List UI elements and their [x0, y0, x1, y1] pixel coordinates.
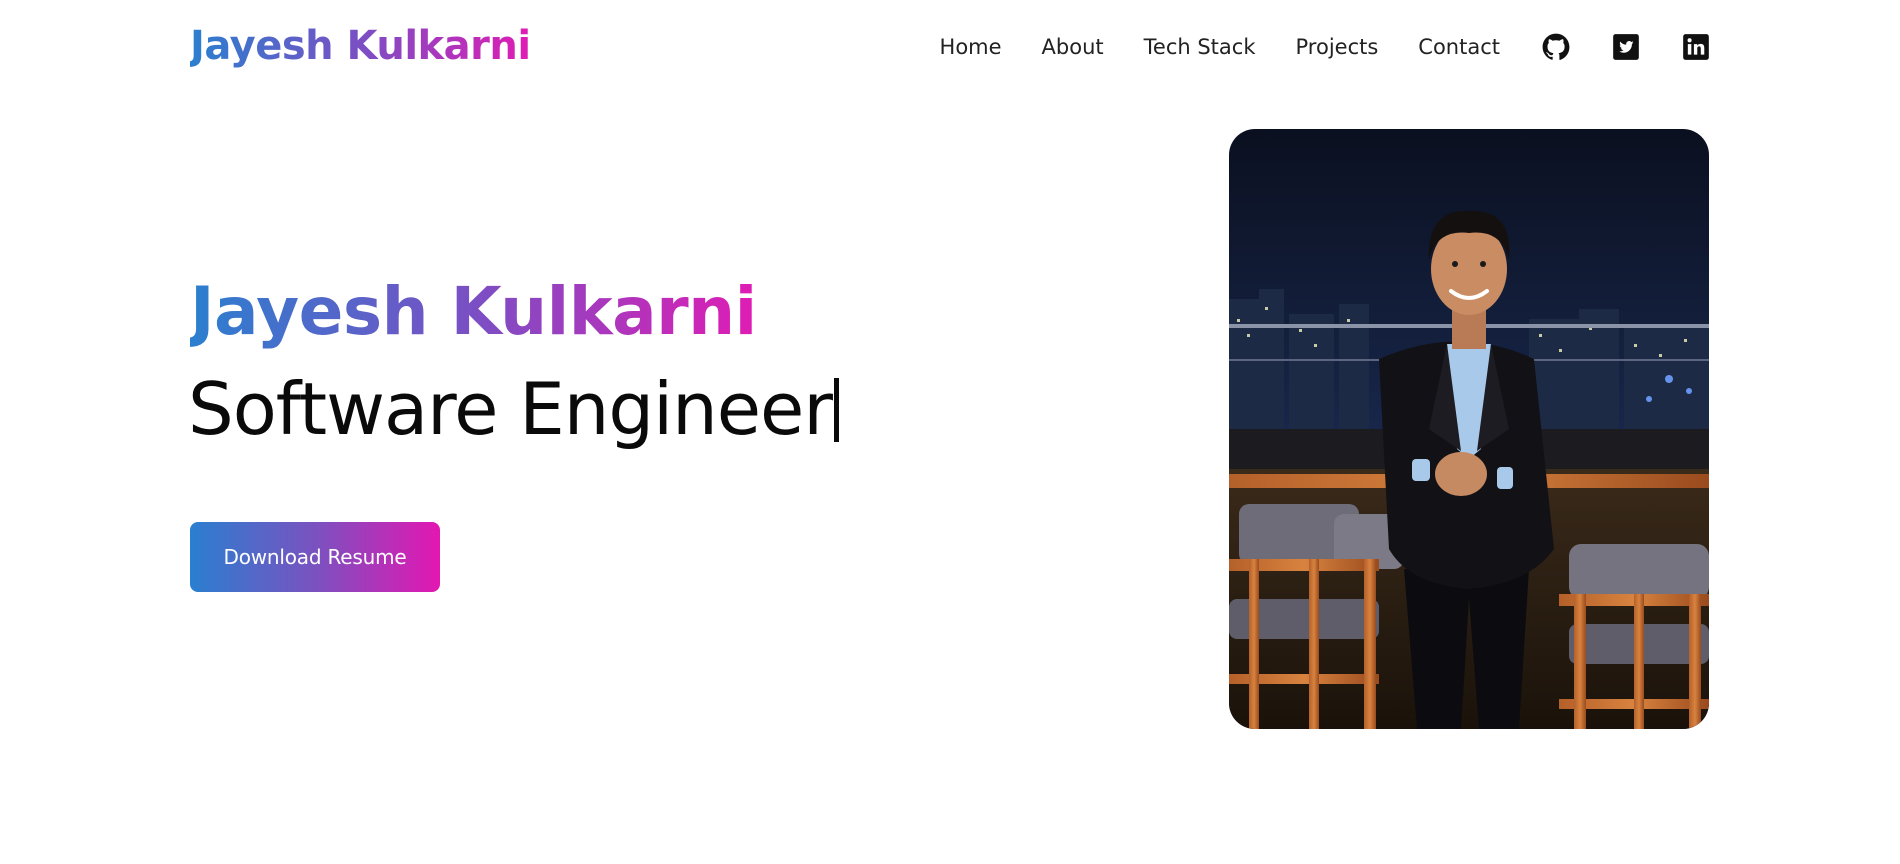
portfolio-page: Jayesh Kulkarni Home About Tech Stack Pr… — [0, 0, 1900, 864]
nav-tech-stack[interactable]: Tech Stack — [1144, 35, 1256, 59]
typing-cursor — [833, 378, 839, 442]
linkedin-icon[interactable] — [1682, 33, 1710, 61]
main-nav: Home About Tech Stack Projects Contact — [940, 27, 1710, 67]
hero-role-line: Software Engineer — [188, 364, 839, 454]
site-header: Jayesh Kulkarni Home About Tech Stack Pr… — [0, 0, 1900, 94]
linkedin-icon-graphic — [1683, 34, 1709, 60]
github-icon-graphic — [1542, 33, 1570, 60]
twitter-icon-graphic — [1613, 34, 1639, 60]
profile-photo — [1229, 129, 1709, 729]
nav-home[interactable]: Home — [940, 35, 1002, 59]
hero-role-text: Software Engineer — [188, 367, 833, 451]
hero-name: Jayesh Kulkarni — [190, 273, 757, 350]
twitter-icon[interactable] — [1612, 33, 1640, 61]
site-logo[interactable]: Jayesh Kulkarni — [190, 22, 531, 70]
social-links — [1542, 33, 1710, 61]
nav-projects[interactable]: Projects — [1296, 35, 1379, 59]
nav-about[interactable]: About — [1042, 35, 1104, 59]
download-resume-button[interactable]: Download Resume — [190, 522, 440, 592]
nav-contact[interactable]: Contact — [1418, 35, 1500, 59]
github-icon[interactable] — [1542, 33, 1570, 61]
